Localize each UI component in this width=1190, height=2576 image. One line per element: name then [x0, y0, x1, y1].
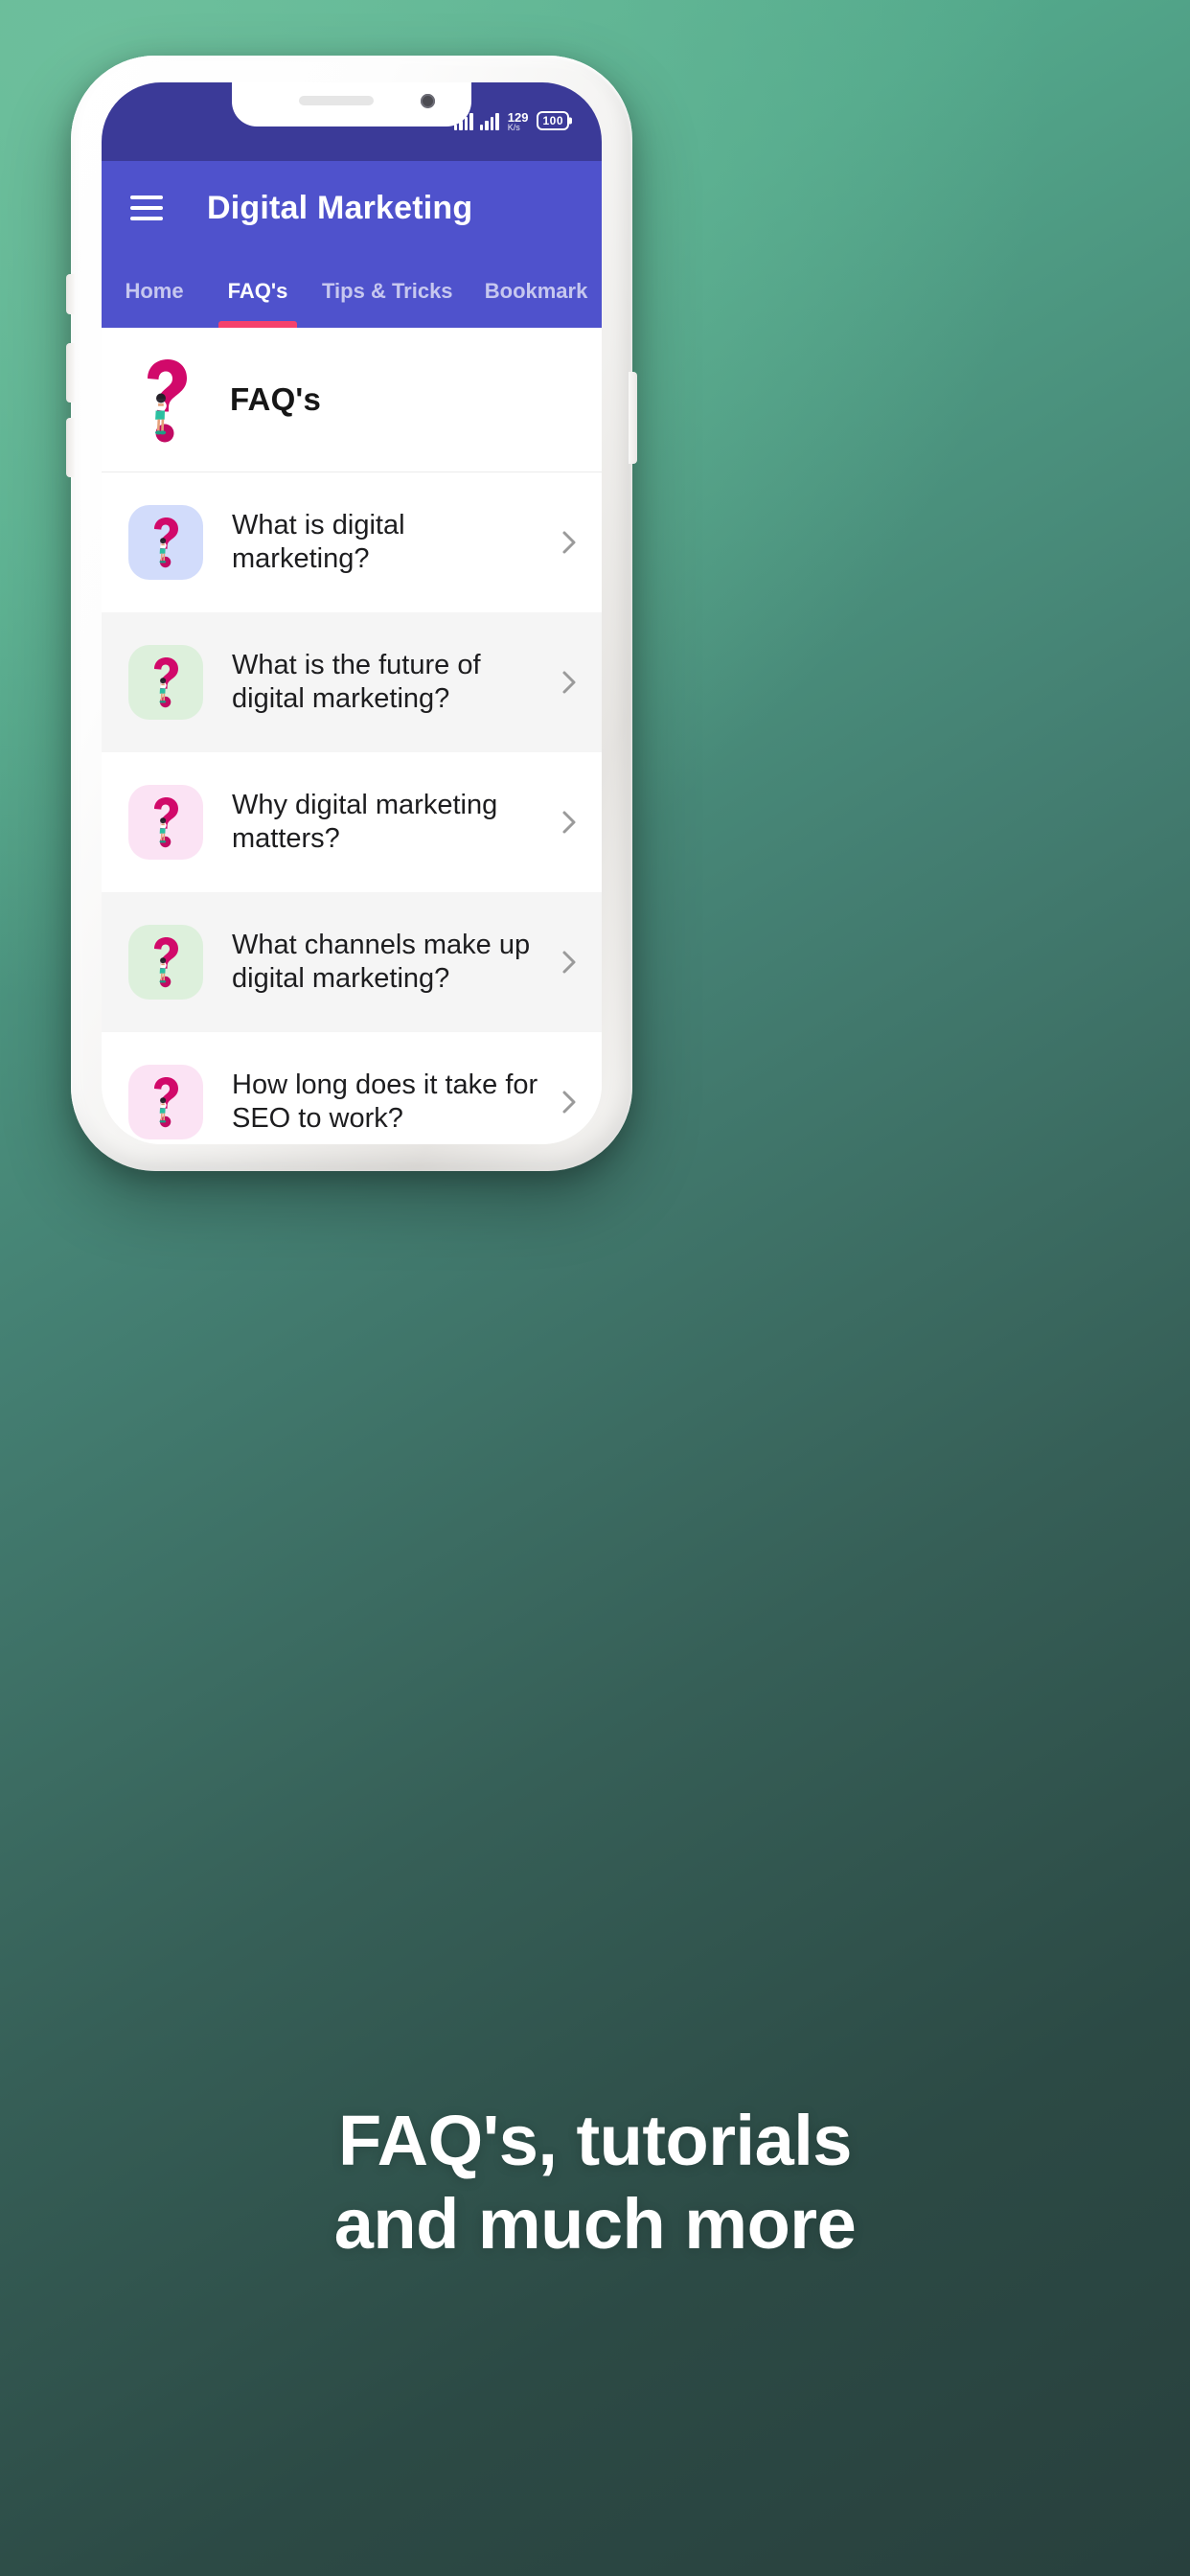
- phone-power-button[interactable]: [629, 372, 637, 464]
- faq-item-icon-tile: [128, 645, 203, 720]
- faq-list-item[interactable]: What is the future of digital marketing?: [102, 612, 602, 752]
- faq-item-label: What is the future of digital marketing?: [232, 649, 481, 714]
- phone-notch: [232, 82, 471, 126]
- faq-item-label: What channels make up digital marketing?: [232, 929, 531, 994]
- promo-tagline-line-2: and much more: [333, 2184, 857, 2265]
- faq-list-container[interactable]: FAQ's What is digital marketing? What is…: [102, 328, 602, 1144]
- faq-item-icon-tile: [128, 505, 203, 580]
- phone-mockup: 129 K/s 100 Digital Marketing Home FAQ's…: [66, 56, 637, 1171]
- network-speed-indicator: 129 K/s: [508, 111, 529, 132]
- tab-bookmark[interactable]: Bookmark: [467, 255, 602, 328]
- faq-section-header: FAQ's: [102, 328, 602, 472]
- phone-mute-switch[interactable]: [66, 274, 75, 314]
- page-title: Digital Marketing: [207, 189, 473, 226]
- faq-list-item[interactable]: What channels make up digital marketing?: [102, 892, 602, 1032]
- chevron-right-icon[interactable]: [560, 530, 579, 555]
- tab-home[interactable]: Home: [102, 255, 207, 328]
- front-camera-icon: [421, 94, 435, 108]
- faq-list-item[interactable]: Why digital marketing matters?: [102, 752, 602, 892]
- question-mark-illustration-icon: [154, 797, 178, 848]
- faq-item-icon-tile: [128, 1065, 203, 1139]
- app-bar: Digital Marketing: [102, 161, 602, 255]
- chevron-right-icon[interactable]: [560, 670, 579, 695]
- battery-icon: 100: [537, 111, 569, 130]
- phone-volume-up-button[interactable]: [66, 343, 75, 402]
- tab-faqs[interactable]: FAQ's: [207, 255, 309, 328]
- network-speed-unit: K/s: [507, 123, 520, 132]
- faq-item-label: How long does it take for SEO to work?: [232, 1069, 538, 1134]
- phone-volume-down-button[interactable]: [66, 418, 75, 477]
- tab-bar: Home FAQ's Tips & Tricks Bookmark: [102, 255, 602, 328]
- faq-list-item[interactable]: How long does it take for SEO to work?: [102, 1032, 602, 1144]
- chevron-right-icon[interactable]: [560, 810, 579, 835]
- question-mark-illustration-icon: [128, 354, 203, 446]
- question-mark-illustration-icon: [154, 1077, 178, 1128]
- status-bar-right: 129 K/s 100: [453, 111, 569, 132]
- question-mark-illustration-icon: [154, 657, 178, 708]
- question-mark-illustration-icon: [154, 937, 178, 988]
- hamburger-menu-icon[interactable]: [130, 196, 163, 220]
- promo-tagline-line-1: FAQ's, tutorials: [338, 2101, 852, 2180]
- faq-item-label: What is digital marketing?: [232, 509, 405, 574]
- chevron-right-icon[interactable]: [560, 1090, 579, 1115]
- faq-list-item[interactable]: What is digital marketing?: [102, 472, 602, 612]
- tab-tips-and-tricks[interactable]: Tips & Tricks: [309, 255, 467, 328]
- faq-item-icon-tile: [128, 785, 203, 860]
- faq-item-icon-tile: [128, 925, 203, 1000]
- phone-screen: 129 K/s 100 Digital Marketing Home FAQ's…: [102, 82, 602, 1144]
- chevron-right-icon[interactable]: [560, 950, 579, 975]
- faq-section-title: FAQ's: [230, 381, 322, 417]
- earpiece-speaker: [299, 96, 374, 105]
- promo-tagline: FAQ's, tutorials and much more: [0, 2099, 1190, 2266]
- faq-item-label: Why digital marketing matters?: [232, 789, 498, 854]
- question-mark-illustration-icon: [154, 518, 178, 568]
- signal-bars-secondary-icon: [479, 111, 499, 130]
